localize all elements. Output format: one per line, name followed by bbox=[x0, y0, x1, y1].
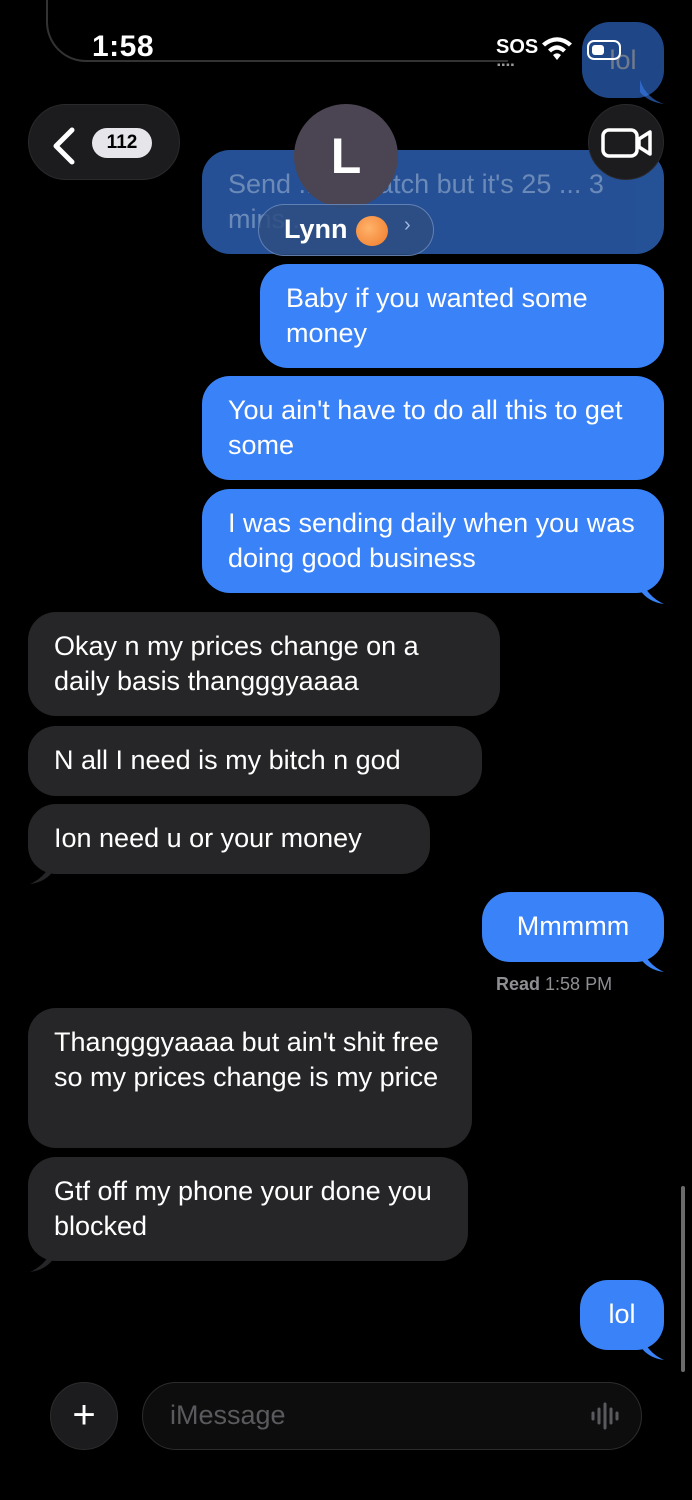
message-text: Okay n my prices change on a daily basis… bbox=[54, 631, 419, 696]
wifi-icon bbox=[542, 37, 572, 60]
read-time: 1:58 PM bbox=[545, 974, 613, 994]
battery-icon bbox=[587, 40, 621, 60]
peach-emoji-icon bbox=[356, 216, 388, 246]
video-camera-icon[interactable] bbox=[601, 127, 653, 159]
message-text: You ain't have to do all this to get som… bbox=[228, 395, 623, 460]
message-text: Ion need u or your money bbox=[54, 823, 362, 853]
message-text: Gtf off my phone your done you blocked bbox=[54, 1176, 432, 1241]
message-text: Thangggyaaaa but ain't shit free so my p… bbox=[54, 1027, 439, 1092]
signal-dots-icon: ▪▪▪▪ bbox=[497, 60, 516, 71]
contact-name: Lynn bbox=[284, 214, 348, 244]
read-receipt: Read 1:58 PM bbox=[496, 974, 612, 995]
status-time: 1:58 bbox=[92, 30, 155, 63]
bubble-tail bbox=[640, 576, 664, 604]
scrollbar[interactable] bbox=[681, 1186, 685, 1372]
message-bubble-incoming[interactable]: Gtf off my phone your done you blocked bbox=[28, 1157, 468, 1261]
bubble-tail bbox=[640, 944, 664, 972]
message-bubble-incoming[interactable]: Thangggyaaaa but ain't shit free so my p… bbox=[28, 1008, 472, 1148]
message-bubble-outgoing[interactable]: I was sending daily when you was doing g… bbox=[202, 489, 664, 593]
message-text: N all I need is my bitch n god bbox=[54, 745, 401, 775]
read-label: Read bbox=[496, 974, 541, 994]
imessage-placeholder: iMessage bbox=[170, 1400, 286, 1430]
bubble-tail bbox=[640, 1332, 664, 1360]
message-bubble-incoming[interactable]: Ion need u or your money bbox=[28, 804, 430, 874]
bubble-tail bbox=[30, 1244, 54, 1272]
message-bubble-incoming[interactable]: Okay n my prices change on a daily basis… bbox=[28, 612, 500, 716]
message-text: I was sending daily when you was doing g… bbox=[228, 508, 635, 573]
unread-count-badge[interactable]: 112 bbox=[92, 128, 152, 158]
message-bubble-outgoing[interactable]: Baby if you wanted some money bbox=[260, 264, 664, 368]
message-text: Mmmmm bbox=[516, 911, 630, 941]
message-bubble-incoming[interactable]: N all I need is my bitch n god bbox=[28, 726, 482, 796]
sos-indicator: SOS bbox=[496, 36, 539, 58]
add-attachment-button[interactable]: + bbox=[50, 1382, 118, 1450]
message-text: lol bbox=[608, 1299, 636, 1329]
message-bubble-outgoing[interactable]: You ain't have to do all this to get som… bbox=[202, 376, 664, 480]
message-bubble-outgoing[interactable]: Mmmmm bbox=[482, 892, 664, 962]
message-text: Baby if you wanted some money bbox=[286, 283, 588, 348]
ghost-bubble-tail bbox=[640, 80, 664, 104]
contact-avatar[interactable]: L bbox=[294, 104, 398, 208]
avatar-initial: L bbox=[330, 128, 362, 184]
plus-icon: + bbox=[72, 1393, 96, 1437]
audio-waveform-icon[interactable] bbox=[590, 1402, 622, 1430]
back-chevron-icon[interactable] bbox=[50, 126, 78, 166]
bubble-tail bbox=[30, 856, 54, 884]
chevron-right-icon: › bbox=[404, 214, 411, 236]
